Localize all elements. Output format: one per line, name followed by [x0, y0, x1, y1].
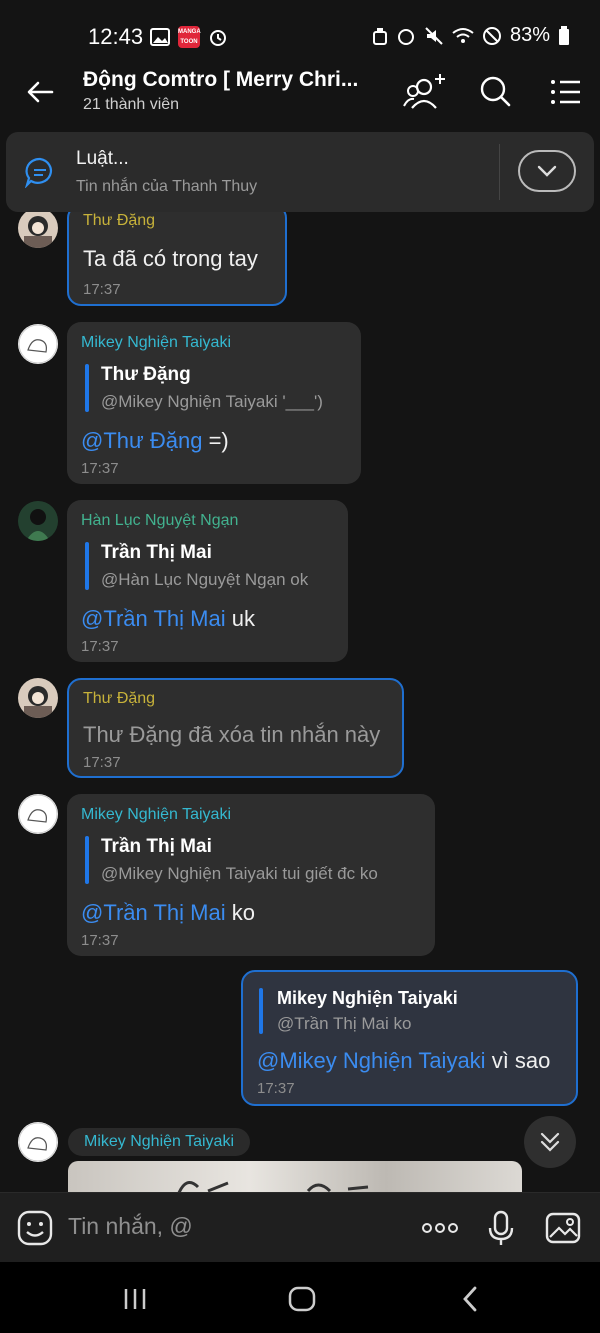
back-nav-icon[interactable] — [456, 1284, 486, 1314]
avatar[interactable] — [18, 324, 58, 364]
image-notif-icon — [150, 28, 170, 46]
message-list[interactable]: Thư Đặng Ta đã có trong tay 17:37 Mikey … — [0, 212, 600, 1192]
expand-pinned-button[interactable] — [518, 150, 576, 192]
avatar[interactable] — [18, 212, 58, 248]
avatar[interactable] — [18, 794, 58, 834]
status-bar: 12:43 MANGA TOON 83% — [0, 0, 600, 64]
quote-text: @Mikey Nghiện Taiyaki tui giết đc ko — [101, 864, 378, 883]
quote-bar — [85, 542, 89, 590]
chat-bubble-icon — [24, 157, 52, 188]
message-bubble[interactable]: Mikey Nghiện Taiyaki Trần Thị Mai @Mikey… — [67, 794, 435, 956]
add-member-icon[interactable] — [402, 72, 446, 112]
manga-app-icon: MANGA TOON — [178, 26, 201, 48]
avatar-image — [24, 216, 52, 248]
image-content — [177, 1181, 369, 1192]
avatar-image — [18, 324, 58, 364]
message-text: @Thư Đặng =) — [81, 428, 229, 453]
quote-author: Trần Thị Mai — [101, 542, 212, 563]
avatar-image — [18, 794, 58, 834]
more-icon[interactable] — [420, 1209, 460, 1247]
wifi-icon — [452, 27, 474, 43]
quote-bar — [85, 364, 89, 412]
message-text: @Mikey Nghiện Taiyaki vì sao — [257, 1048, 551, 1073]
member-count: 21 thành viên — [83, 96, 180, 113]
status-time: 12:43 — [88, 24, 144, 49]
message-time: 17:37 — [83, 754, 121, 771]
gallery-icon[interactable] — [544, 1209, 582, 1247]
sender-name[interactable]: Mikey Nghiện Taiyaki — [81, 806, 231, 824]
quote-text: @Hàn Lục Nguyệt Ngạn ok — [101, 570, 309, 589]
no-sync-icon — [482, 26, 501, 45]
avatar[interactable] — [18, 501, 58, 541]
message-input-bar: Tin nhắn, @ — [0, 1192, 600, 1262]
message-input[interactable]: Tin nhắn, @ — [68, 1213, 193, 1240]
alarm-icon — [210, 30, 226, 46]
message-time: 17:37 — [81, 638, 119, 655]
message-bubble[interactable]: Thư Đặng Ta đã có trong tay 17:37 — [67, 212, 287, 306]
mention-link[interactable]: @Mikey Nghiện Taiyaki — [257, 1048, 486, 1073]
quote-bar — [259, 988, 263, 1034]
double-chevron-down-icon — [540, 1132, 560, 1152]
message-bubble[interactable]: Thư Đặng Thư Đặng đã xóa tin nhắn này 17… — [67, 678, 404, 778]
pinned-title: Luật... — [76, 148, 129, 169]
system-icons: 83% — [372, 24, 570, 47]
sender-name[interactable]: Hàn Lục Nguyệt Ngạn — [81, 512, 238, 530]
alarm-icon-right — [397, 28, 414, 45]
sender-name[interactable]: Mikey Nghiện Taiyaki — [68, 1128, 250, 1156]
sender-name[interactable]: Mikey Nghiện Taiyaki — [81, 334, 231, 352]
back-arrow-icon[interactable] — [22, 74, 58, 110]
sticker-icon[interactable] — [16, 1209, 54, 1247]
pinned-message[interactable]: Luật... Tin nhắn của Thanh Thuy — [6, 132, 594, 212]
own-message-bubble[interactable]: Mikey Nghiện Taiyaki @Trần Thị Mai ko @M… — [241, 970, 578, 1106]
menu-list-icon[interactable] — [544, 72, 588, 112]
message-time: 17:37 — [81, 932, 119, 949]
message-time: 17:37 — [257, 1080, 295, 1097]
quote-author: Trần Thị Mai — [101, 836, 212, 857]
avatar-image — [18, 501, 58, 541]
pinned-subtitle: Tin nhắn của Thanh Thuy — [76, 178, 258, 195]
message-text: Ta đã có trong tay — [83, 246, 258, 271]
battery-icon — [559, 25, 569, 45]
mention-link[interactable]: @Thư Đặng — [81, 428, 202, 453]
system-nav-bar — [0, 1262, 600, 1333]
message-time: 17:37 — [81, 460, 119, 477]
mention-link[interactable]: @Trần Thị Mai — [81, 900, 226, 925]
sender-name[interactable]: Thư Đặng — [83, 690, 155, 708]
mic-icon[interactable] — [482, 1209, 520, 1247]
notification-icons: MANGA TOON — [150, 26, 228, 48]
sender-name[interactable]: Thư Đặng — [83, 212, 155, 230]
message-bubble[interactable]: Hàn Lục Nguyệt Ngạn Trần Thị Mai @Hàn Lụ… — [67, 500, 348, 662]
search-icon[interactable] — [474, 72, 518, 112]
message-text: @Trần Thị Mai uk — [81, 606, 255, 631]
quote-text: @Mikey Nghiện Taiyaki '___') — [101, 392, 323, 411]
quote-text: @Trần Thị Mai ko — [277, 1014, 412, 1033]
message-time: 17:37 — [83, 281, 121, 298]
image-message[interactable] — [68, 1161, 522, 1192]
chevron-down-icon — [537, 165, 557, 177]
avatar-image — [18, 1122, 58, 1162]
avatar-image — [24, 686, 52, 718]
scroll-to-bottom-button[interactable] — [524, 1116, 576, 1168]
quote-bar — [85, 836, 89, 884]
battery-level: 83% — [509, 24, 550, 46]
group-title[interactable]: Động Comtro [ Merry Chri... — [83, 68, 383, 92]
divider — [499, 144, 500, 200]
avatar[interactable] — [18, 678, 58, 718]
deleted-message-text: Thư Đặng đã xóa tin nhắn này — [83, 722, 381, 747]
lock-battery-icon — [372, 27, 387, 45]
message-text: @Trần Thị Mai ko — [81, 900, 255, 925]
mention-link[interactable]: @Trần Thị Mai — [81, 606, 226, 631]
avatar[interactable] — [18, 1122, 58, 1162]
home-icon[interactable] — [287, 1284, 317, 1314]
quote-author: Mikey Nghiện Taiyaki — [277, 988, 458, 1008]
message-bubble[interactable]: Mikey Nghiện Taiyaki Thư Đặng @Mikey Ngh… — [67, 322, 361, 484]
quote-author: Thư Đặng — [101, 364, 191, 385]
chat-header: Động Comtro [ Merry Chri... 21 thành viê… — [0, 56, 600, 128]
mute-icon — [425, 26, 443, 45]
recent-apps-icon[interactable] — [120, 1284, 150, 1314]
